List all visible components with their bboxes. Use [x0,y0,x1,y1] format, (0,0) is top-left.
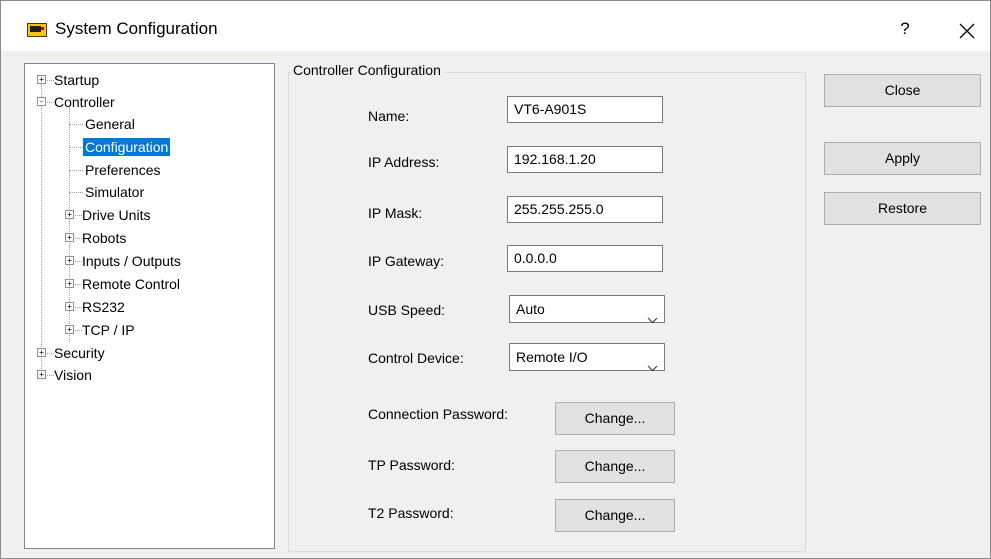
tree-line [75,284,82,285]
chevron-down-icon [647,354,658,380]
expand-icon[interactable]: + [65,325,74,334]
chevron-down-icon [647,306,658,332]
tree-item-label: Remote Control [82,276,181,292]
tree-item-label: Startup [54,72,100,88]
tree-item-label: Simulator [85,184,145,200]
tree-item-controller[interactable]: - Controller [37,92,267,112]
title-bar: System Configuration ? [1,1,990,51]
window-title: System Configuration [55,19,218,38]
tp-password-label: TP Password: [368,457,455,473]
expand-icon[interactable]: + [37,370,46,379]
settings-tree[interactable]: + Startup - Controller General Configura… [24,63,275,549]
ip-address-field[interactable]: 192.168.1.20 [507,146,663,173]
tree-item-label: Vision [54,367,92,383]
tree-item-label: RS232 [82,299,125,315]
tree-item-label: Drive Units [82,207,151,223]
tree-item-label: General [85,116,135,132]
tree-item-vision[interactable]: + Vision [37,365,267,385]
tree-item-configuration[interactable]: Configuration [69,137,259,157]
tree-line [75,261,82,262]
tree-item-general[interactable]: General [69,114,259,134]
expand-icon[interactable]: + [65,279,74,288]
tree-line [69,147,83,148]
tree-line [41,78,42,375]
usb-speed-label: USB Speed: [368,302,446,318]
ip-address-label: IP Address: [368,154,440,170]
tree-item-label: Controller [54,94,115,110]
tree-item-startup[interactable]: + Startup [37,70,267,90]
tree-item-label: TCP / IP [82,322,135,338]
tree-item-rs232[interactable]: + RS232 [65,297,265,317]
tree-line [47,375,54,376]
control-device-label: Control Device: [368,350,464,366]
tree-line [47,353,54,354]
tree-item-drive-units[interactable]: + Drive Units [65,205,265,225]
controller-app-icon [27,23,47,37]
close-window-icon[interactable] [954,18,980,44]
ip-gateway-field[interactable]: 0.0.0.0 [507,245,663,272]
name-field[interactable]: VT6-A901S [507,96,663,123]
ip-mask-label: IP Mask: [368,205,423,221]
connection-password-label: Connection Password: [368,406,509,422]
tree-item-inputs-outputs[interactable]: + Inputs / Outputs [65,251,265,271]
tree-item-label: Preferences [85,162,161,178]
tree-line [47,80,54,81]
tree-item-label: Robots [82,230,127,246]
tree-item-label: Configuration [83,138,171,156]
tree-item-robots[interactable]: + Robots [65,228,265,248]
tree-line [75,330,82,331]
usb-speed-value: Auto [516,301,545,317]
tree-line [75,307,82,308]
name-label: Name: [368,108,410,124]
restore-button[interactable]: Restore [824,192,981,225]
help-button[interactable]: ? [894,18,916,40]
apply-button[interactable]: Apply [824,142,981,175]
tree-item-label: Security [54,345,105,361]
ip-gateway-label: IP Gateway: [368,253,445,269]
expand-icon[interactable]: + [65,302,74,311]
tree-item-simulator[interactable]: Simulator [69,182,259,202]
usb-speed-dropdown[interactable]: Auto [509,295,665,324]
tree-line [69,192,83,193]
change-connection-password-button[interactable]: Change... [555,402,675,435]
expand-icon[interactable]: + [37,75,46,84]
expand-icon[interactable]: + [65,233,74,242]
change-t2-password-button[interactable]: Change... [555,499,675,532]
control-device-value: Remote I/O [516,349,588,365]
t2-password-label: T2 Password: [368,505,454,521]
collapse-icon[interactable]: - [37,97,46,106]
tree-line [69,124,83,125]
tree-item-remote-control[interactable]: + Remote Control [65,274,265,294]
tree-line [69,170,83,171]
tree-item-label: Inputs / Outputs [82,253,181,269]
ip-mask-field[interactable]: 255.255.255.0 [507,196,663,223]
expand-icon[interactable]: + [65,256,74,265]
tree-item-security[interactable]: + Security [37,343,267,363]
tree-line [47,102,54,103]
expand-icon[interactable]: + [37,348,46,357]
system-configuration-dialog: System Configuration ? + Startup - Contr… [0,0,991,559]
close-button[interactable]: Close [824,74,981,107]
expand-icon[interactable]: + [65,210,74,219]
tree-line [75,238,82,239]
tree-item-preferences[interactable]: Preferences [69,160,259,180]
change-tp-password-button[interactable]: Change... [555,450,675,483]
control-device-dropdown[interactable]: Remote I/O [509,343,665,372]
group-title: Controller Configuration [291,62,443,78]
tree-line [75,215,82,216]
tree-item-tcp-ip[interactable]: + TCP / IP [65,320,265,340]
